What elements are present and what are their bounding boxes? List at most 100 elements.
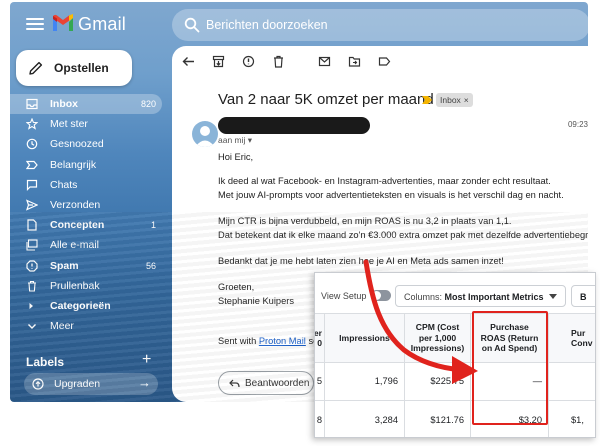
reply-icon <box>229 379 240 388</box>
caret-down-icon[interactable]: ▾ <box>248 135 252 145</box>
table-cell: 3,284 <box>325 400 405 437</box>
all-mail-icon <box>26 239 38 251</box>
upgrade-label: Upgraden <box>54 378 101 390</box>
search-bar[interactable]: Berichten doorzoeken <box>172 9 588 41</box>
mail-body-line: Dat betekent dat ik elke maand zo'n €3.0… <box>218 230 588 240</box>
important-marker-icon[interactable] <box>422 96 432 104</box>
table-cell: 5 <box>315 362 325 400</box>
back-arrow-icon[interactable] <box>182 55 195 68</box>
send-icon <box>26 199 38 211</box>
reply-button[interactable]: Beantwoorden <box>218 371 314 395</box>
trash-icon <box>28 280 36 292</box>
upgrade-icon <box>32 378 44 390</box>
sidebar-item-all-mail[interactable]: Alle e-mail <box>10 235 162 255</box>
proton-mail-link[interactable]: Proton Mail <box>259 336 306 346</box>
person-icon <box>195 126 215 147</box>
recipient-line[interactable]: aan mij ▾ <box>218 135 252 146</box>
clock-icon <box>26 139 38 150</box>
table-cell: 1,796 <box>325 362 405 400</box>
mail-body-line: Groeten, <box>218 282 255 292</box>
spam-count: 56 <box>145 260 156 271</box>
sender-avatar[interactable] <box>192 121 218 147</box>
search-icon[interactable] <box>184 17 200 33</box>
sidebar-item-label: Met ster <box>50 118 88 131</box>
remove-label-icon[interactable]: × <box>464 95 469 105</box>
column-header-purchase-conversion[interactable]: Pur Conv <box>549 314 595 362</box>
sidebar-item-spam[interactable]: Spam 56 <box>10 256 162 276</box>
star-icon <box>26 118 38 130</box>
add-label-button[interactable]: + <box>142 352 151 368</box>
mail-body-line: Mijn CTR is bijna verdubbeld, en mijn RO… <box>218 216 512 226</box>
ads-metrics-table: er 0 Impressions CPM (Cost per 1,000 Impres… <box>315 313 595 437</box>
sidebar-item-label: Categorieën <box>50 299 111 312</box>
column-header-partial[interactable]: er 0 <box>315 314 325 362</box>
header-text: CPM (Cost <box>415 322 460 333</box>
sidebar-item-trash[interactable]: Prullenbak <box>10 276 162 296</box>
gmail-logo-icon[interactable] <box>52 14 74 32</box>
delete-icon[interactable] <box>272 55 285 68</box>
header-text: Conv <box>571 338 593 348</box>
gmail-logo-text: Gmail <box>78 14 127 34</box>
sidebar-item-label: Belangrijk <box>50 158 97 171</box>
upgrade-button[interactable]: Upgraden → <box>24 373 158 395</box>
ads-manager-screenshot: View Setup Columns: Most Important Metri… <box>314 272 596 438</box>
table-cell: $225.75 <box>405 362 471 400</box>
compose-label: Opstellen <box>54 61 109 75</box>
sidebar-item-important[interactable]: Belangrijk <box>10 155 162 175</box>
top-bar: Gmail Berichten doorzoeken <box>10 2 588 48</box>
sidebar-item-snoozed[interactable]: Gesnoozed <box>10 134 162 154</box>
label-icon[interactable] <box>378 55 391 68</box>
reply-label: Beantwoorden <box>245 378 310 389</box>
sidebar-item-label: Verzonden <box>50 199 101 212</box>
inbox-count: 820 <box>140 99 156 110</box>
inbox-chip-label: Inbox <box>440 95 461 105</box>
sidebar-item-label: Concepten <box>50 219 105 232</box>
sidebar-item-more[interactable]: Meer <box>10 316 162 336</box>
category-icon <box>29 302 33 309</box>
compose-button[interactable]: Opstellen <box>16 50 132 86</box>
table-cell: $1, <box>571 415 584 425</box>
mail-body-line: Ik deed al wat Facebook- en Instagram-ad… <box>218 176 551 186</box>
mail-time: 09:23 <box>567 120 588 129</box>
sidebar-item-categories[interactable]: Categorieën <box>10 296 162 316</box>
sidebar-nav: Inbox 820 Met ster Gesnoozed Belangrijk … <box>10 94 162 336</box>
sidebar-item-label: Inbox <box>50 98 78 111</box>
pencil-icon <box>29 61 43 75</box>
sidebar-item-label: Spam <box>50 259 79 272</box>
ads-header: View Setup Columns: Most Important Metri… <box>315 273 595 313</box>
menu-icon[interactable] <box>26 15 44 33</box>
inbox-label-chip[interactable]: Inbox × <box>436 93 473 107</box>
table-cell: 8 <box>315 400 325 437</box>
view-setup-label: View Setup <box>321 291 367 301</box>
sidebar-item-inbox[interactable]: Inbox 820 <box>10 94 162 115</box>
table-cell: $121.76 <box>405 400 471 437</box>
search-input[interactable]: Berichten doorzoeken <box>206 18 328 32</box>
labels-heading: Labels <box>26 355 65 369</box>
important-icon <box>26 160 38 169</box>
column-header-impressions[interactable]: Impressions <box>325 314 405 362</box>
draft-icon <box>27 219 37 231</box>
sidebar-item-starred[interactable]: Met ster <box>10 114 162 134</box>
move-to-icon[interactable] <box>348 55 361 68</box>
breakdown-button[interactable]: B <box>571 285 595 307</box>
roas-highlight-box <box>472 311 548 425</box>
report-spam-icon[interactable] <box>242 55 255 68</box>
inbox-icon <box>26 98 38 110</box>
sidebar-item-chats[interactable]: Chats <box>10 175 162 195</box>
mail-toolbar <box>172 46 588 76</box>
column-header-cpm[interactable]: CPM (Cost per 1,000 Impressions) <box>405 314 471 362</box>
sent-with-prefix: Sent with <box>218 336 259 346</box>
mark-unread-icon[interactable] <box>318 55 331 68</box>
view-setup-toggle[interactable] <box>371 290 391 301</box>
sidebar-item-sent[interactable]: Verzonden <box>10 195 162 215</box>
archive-icon[interactable] <box>212 55 225 68</box>
table-cell <box>549 362 595 400</box>
columns-dropdown[interactable]: Columns: Most Important Metrics <box>395 285 566 307</box>
header-text: er <box>314 327 322 338</box>
sidebar-item-label: Meer <box>50 320 74 333</box>
caret-down-icon <box>549 294 557 299</box>
header-text: Pur <box>571 327 586 338</box>
arrow-right-icon: → <box>138 375 151 390</box>
sidebar-item-drafts[interactable]: Concepten 1 <box>10 215 162 235</box>
spam-icon <box>26 259 38 272</box>
